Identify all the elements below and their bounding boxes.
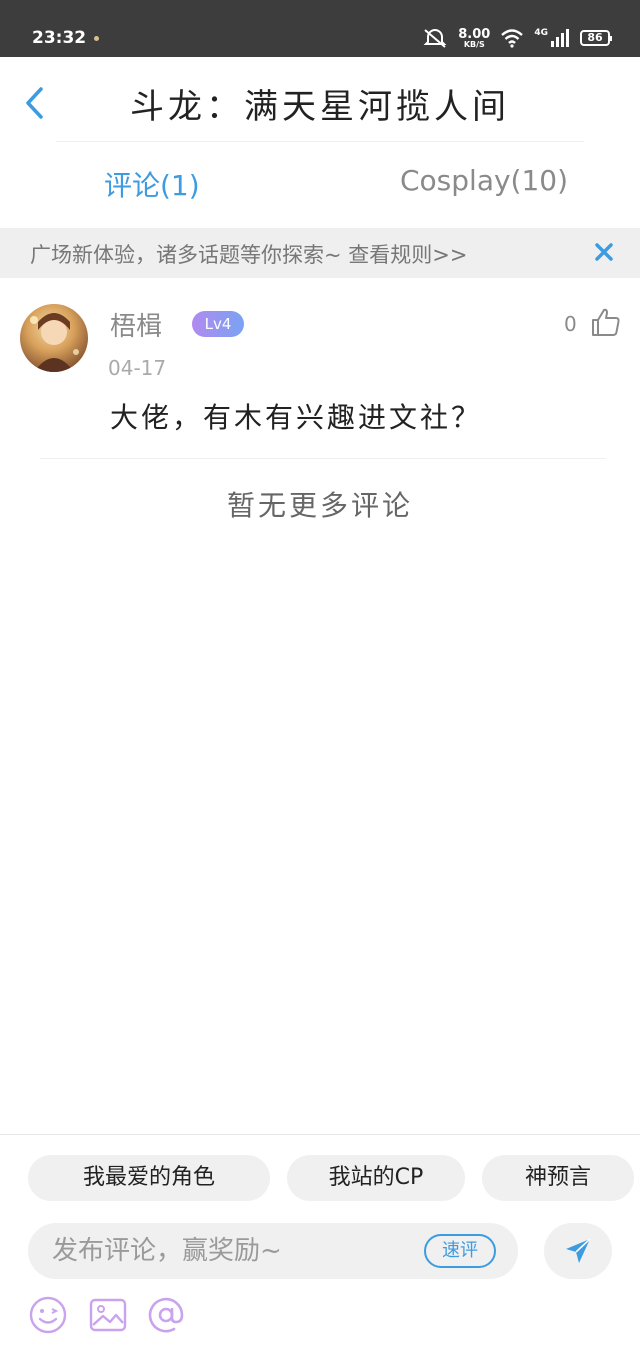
notice-banner[interactable]: 广场新体验，诸多话题等你探索~ 查看规则>> — [0, 228, 640, 278]
battery-icon: 86 — [580, 30, 612, 46]
comment-item: 梧楫 Lv4 04-17 0 大佬，有木有兴趣进文社？ — [0, 280, 640, 460]
close-icon[interactable] — [592, 240, 616, 264]
tab-cosplay[interactable]: Cosplay(10) — [400, 164, 568, 197]
comment-input[interactable] — [52, 1231, 422, 1271]
status-time: 23:32 — [32, 28, 87, 48]
mute-alarm-icon — [423, 29, 447, 48]
send-icon — [566, 1238, 591, 1263]
net-speed: 8.00 KB/S — [458, 28, 490, 49]
comment-composer: 我最爱的角色 我站的CP 神预言 速评 — [0, 1134, 640, 1351]
status-icons: 8.00 KB/S 4G 86 — [422, 24, 612, 52]
tab-bar: 评论(1) Cosplay(10) — [0, 142, 640, 228]
net-speed-value: 8.00 — [458, 26, 491, 42]
net-speed-unit: KB/S — [463, 39, 485, 49]
level-badge: Lv4 — [192, 311, 244, 337]
notice-text[interactable]: 广场新体验，诸多话题等你探索~ 查看规则>> — [30, 239, 467, 269]
tab-comments[interactable]: 评论(1) — [104, 164, 200, 204]
emoji-icon[interactable] — [28, 1295, 68, 1335]
mention-icon[interactable] — [146, 1295, 186, 1335]
like-count: 0 — [564, 312, 577, 336]
quick-comment-button[interactable]: 速评 — [424, 1234, 496, 1268]
notification-dot — [94, 36, 99, 41]
back-arrow-icon[interactable] — [20, 85, 50, 121]
comment-date: 04-17 — [108, 356, 167, 380]
comment-divider — [40, 458, 606, 459]
topic-chip-favorite-character[interactable]: 我最爱的角色 — [28, 1155, 270, 1201]
image-icon[interactable] — [88, 1295, 128, 1335]
topic-chip-prediction[interactable]: 神预言 — [482, 1155, 634, 1201]
status-bar: 23:32 8.00 KB/S 4G 86 — [0, 0, 640, 57]
signal-icon — [551, 29, 569, 47]
comment-username[interactable]: 梧楫 — [110, 306, 162, 343]
thumbs-up-icon[interactable] — [590, 306, 622, 338]
avatar[interactable] — [20, 304, 88, 372]
page-header: 斗龙：满天星河揽人间 — [0, 57, 640, 141]
comment-content: 大佬，有木有兴趣进文社？ — [110, 401, 483, 434]
no-more-comments: 暂无更多评论 — [226, 489, 413, 522]
comment-input-wrapper: 速评 — [28, 1223, 518, 1279]
wifi-icon — [501, 29, 524, 48]
network-type: 4G — [534, 28, 548, 38]
send-button[interactable] — [544, 1223, 612, 1279]
topic-chip-cp[interactable]: 我站的CP — [287, 1155, 465, 1201]
page-title: 斗龙：满天星河揽人间 — [130, 87, 510, 127]
